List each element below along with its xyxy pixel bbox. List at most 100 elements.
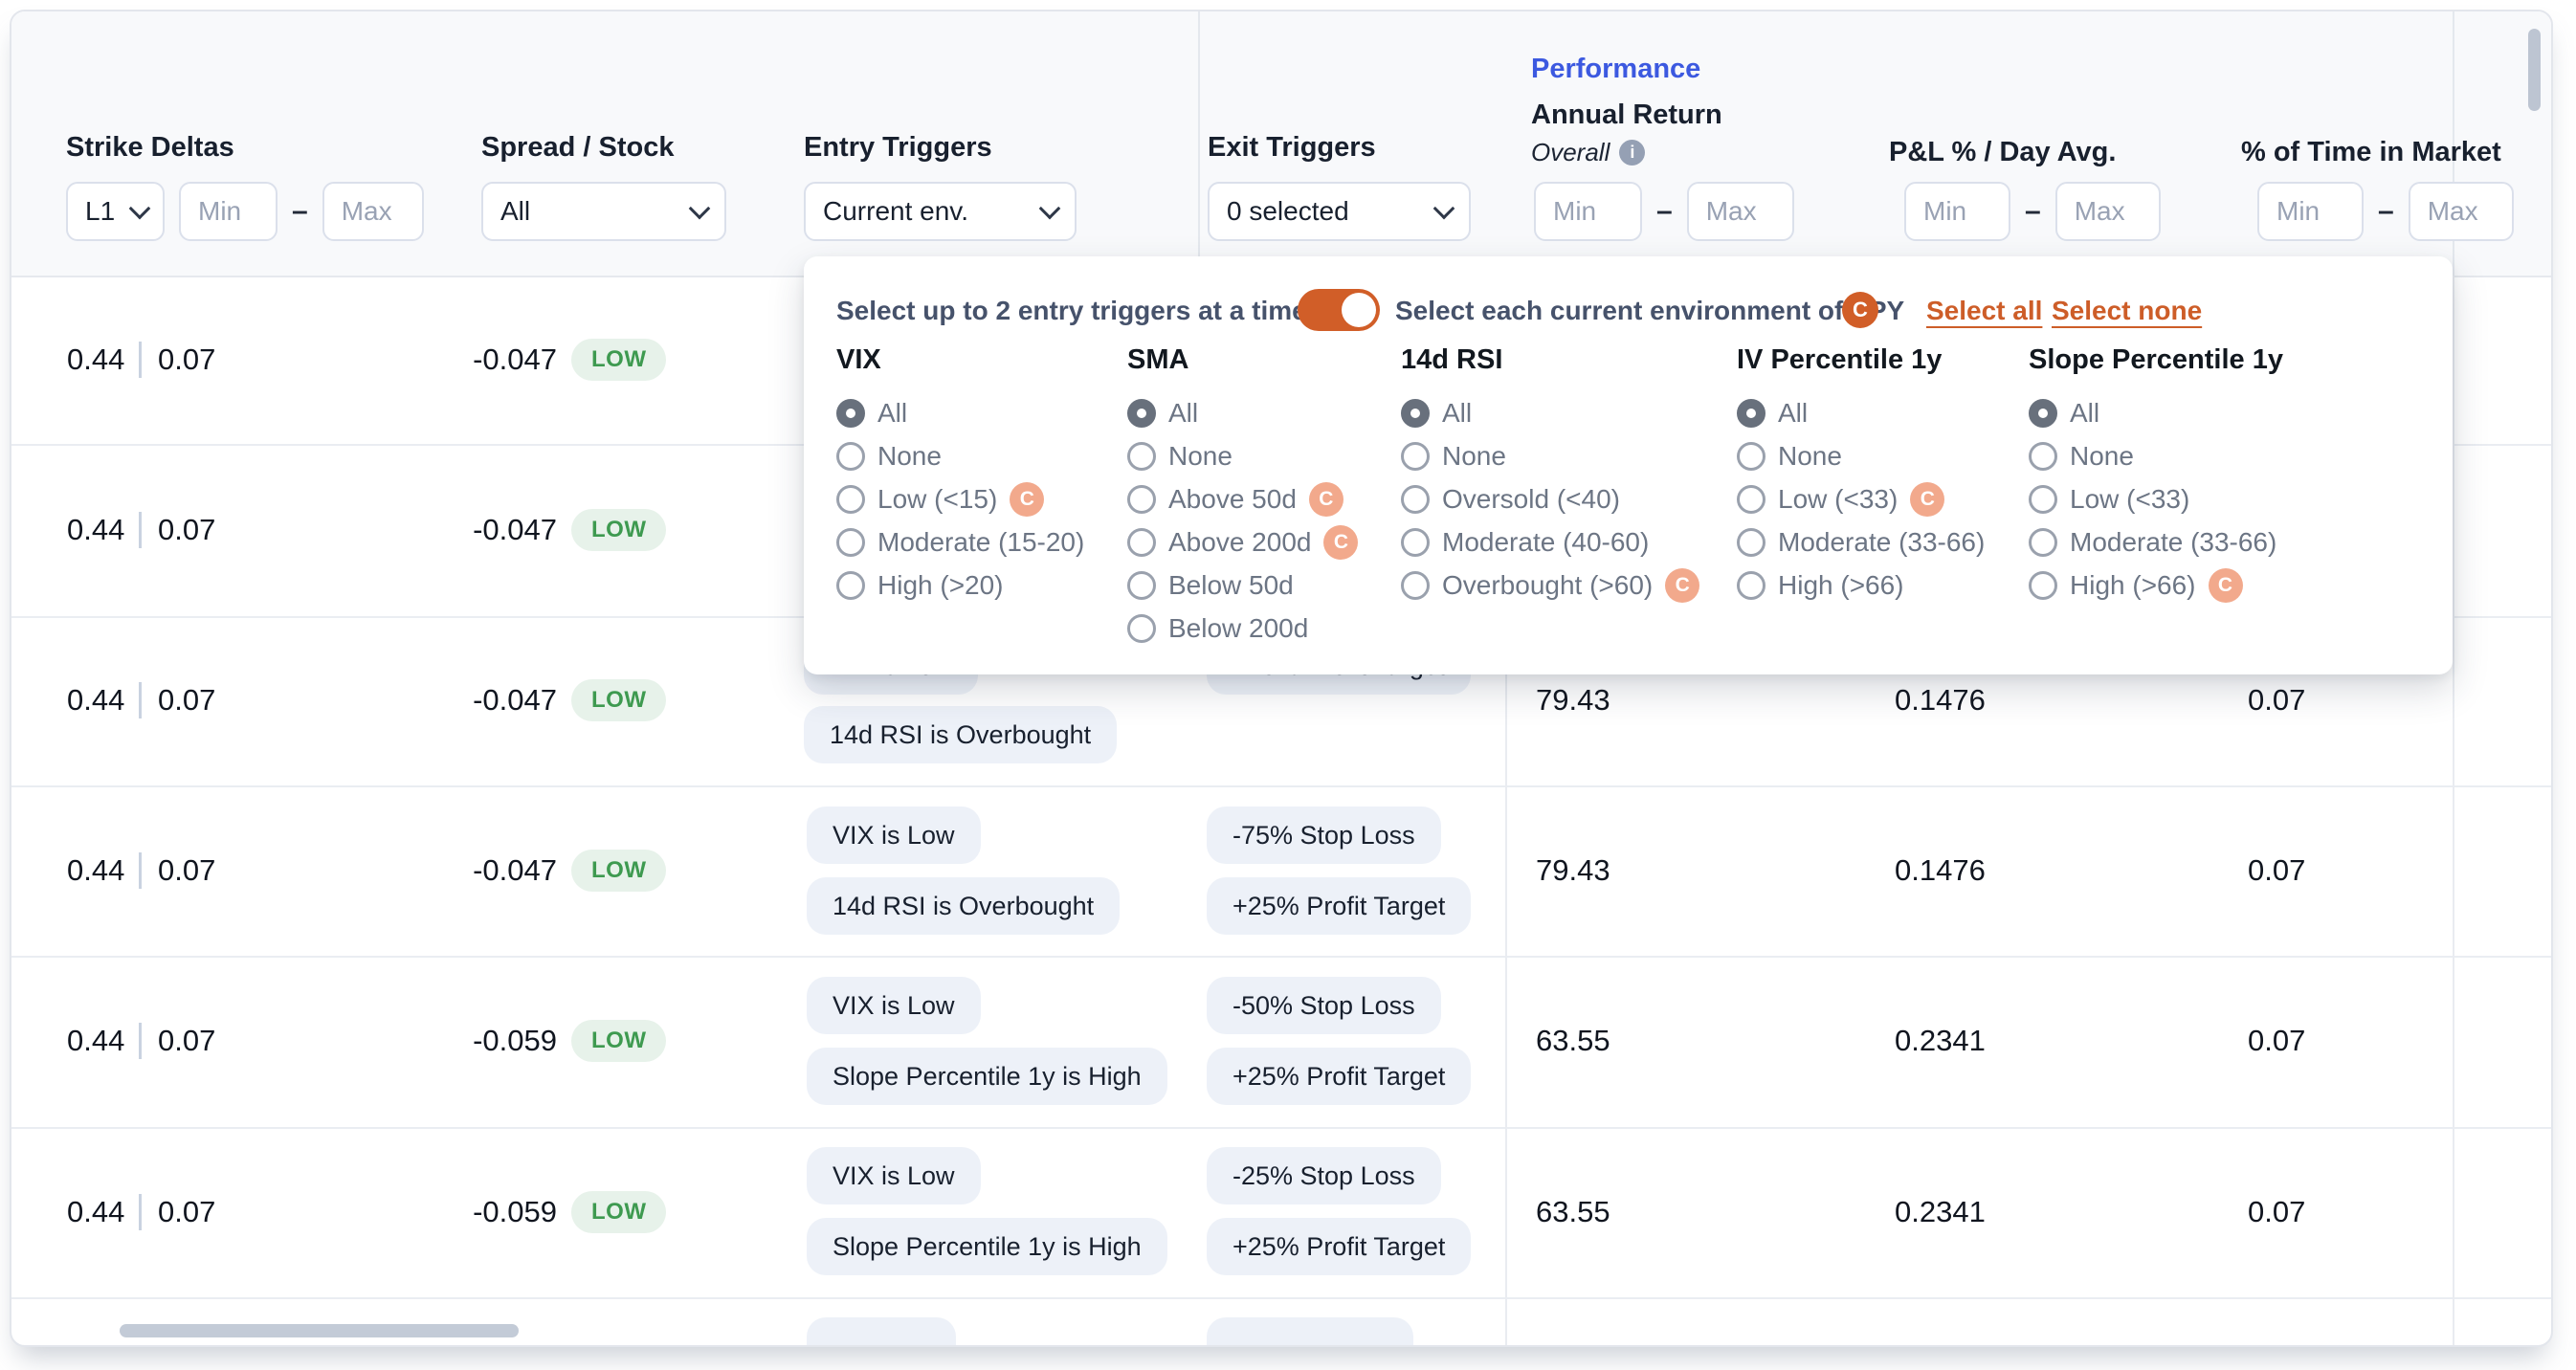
entry-triggers-value: Current env.: [823, 196, 968, 227]
row-divider: [11, 1127, 2551, 1129]
strike-min-input[interactable]: [179, 182, 278, 241]
environment-toggle[interactable]: [1298, 289, 1380, 331]
exit-trigger-chip: +25% Profit Target: [1207, 1048, 1471, 1105]
entry-trigger-chip: VIX is Low: [807, 977, 981, 1034]
option-label: None: [877, 441, 942, 472]
time-max-input[interactable]: [2409, 182, 2514, 241]
radio-icon[interactable]: [1401, 485, 1430, 514]
radio-option[interactable]: None: [1127, 434, 1358, 477]
radio-icon[interactable]: [836, 571, 865, 600]
exit-triggers-select[interactable]: 0 selected: [1208, 182, 1471, 241]
spread-value: -0.059: [423, 1024, 557, 1058]
info-icon[interactable]: i: [1619, 140, 1645, 166]
radio-option[interactable]: All: [1127, 391, 1358, 434]
radio-option[interactable]: Below 50d: [1127, 563, 1358, 607]
radio-icon[interactable]: [1401, 571, 1430, 600]
radio-icon[interactable]: [836, 528, 865, 557]
pnl-min-input[interactable]: [1904, 182, 2010, 241]
delta-long: 0.44: [67, 513, 122, 547]
radio-option[interactable]: None: [1401, 434, 1699, 477]
current-env-badge: C: [1323, 525, 1358, 560]
radio-icon[interactable]: [1401, 442, 1430, 471]
radio-icon[interactable]: [1737, 528, 1765, 557]
radio-option[interactable]: Oversold (<40): [1401, 477, 1699, 520]
radio-icon[interactable]: [1737, 442, 1765, 471]
time-in-market-value: 0.07: [2248, 683, 2305, 718]
radio-icon[interactable]: [836, 442, 865, 471]
strike-max-input[interactable]: [322, 182, 424, 241]
radio-option[interactable]: None: [1737, 434, 1985, 477]
radio-icon[interactable]: [2029, 442, 2057, 471]
radio-option[interactable]: Moderate (15-20): [836, 520, 1084, 563]
radio-option[interactable]: All: [1401, 391, 1699, 434]
radio-option[interactable]: Low (<15)C: [836, 477, 1084, 520]
annual-return-controls: –: [1534, 182, 1794, 241]
radio-icon[interactable]: [1127, 614, 1156, 643]
radio-option[interactable]: None: [836, 434, 1084, 477]
horizontal-scrollbar[interactable]: [120, 1324, 519, 1337]
select-all-link[interactable]: Select all: [1926, 296, 2042, 326]
chevron-down-icon: [1039, 197, 1061, 219]
radio-icon[interactable]: [1401, 399, 1430, 428]
toggle-knob: [1342, 293, 1376, 327]
option-label: None: [1168, 441, 1232, 472]
time-in-market-controls: –: [2257, 182, 2514, 241]
strike-level-select[interactable]: L1: [66, 182, 165, 241]
trigger-group-slope-percentile: Slope Percentile 1y All None Low (<33) M…: [2029, 344, 2283, 607]
vertical-scrollbar[interactable]: [2528, 29, 2541, 111]
time-in-market-value: 0.07: [2248, 1024, 2305, 1058]
radio-icon[interactable]: [1127, 485, 1156, 514]
radio-icon[interactable]: [1127, 571, 1156, 600]
radio-icon[interactable]: [2029, 571, 2057, 600]
radio-icon[interactable]: [2029, 528, 2057, 557]
radio-icon[interactable]: [1737, 485, 1765, 514]
radio-icon[interactable]: [1127, 399, 1156, 428]
radio-icon[interactable]: [836, 399, 865, 428]
option-label: High (>20): [877, 570, 1004, 601]
entry-triggers-select[interactable]: Current env.: [804, 182, 1077, 241]
radio-icon[interactable]: [2029, 485, 2057, 514]
radio-option[interactable]: Above 50dC: [1127, 477, 1358, 520]
radio-option[interactable]: High (>66)C: [2029, 563, 2283, 607]
radio-option[interactable]: Below 200d: [1127, 607, 1358, 650]
chevron-down-icon: [129, 197, 151, 219]
entry-trigger-chip: Slope Percentile 1y is High: [807, 1218, 1167, 1275]
radio-icon[interactable]: [1737, 571, 1765, 600]
annual-min-input[interactable]: [1534, 182, 1642, 241]
radio-option[interactable]: Moderate (33-66): [2029, 520, 2283, 563]
radio-option[interactable]: Overbought (>60)C: [1401, 563, 1699, 607]
radio-icon[interactable]: [1737, 399, 1765, 428]
annual-max-input[interactable]: [1687, 182, 1794, 241]
radio-option[interactable]: All: [2029, 391, 2283, 434]
spread-stock-select[interactable]: All: [481, 182, 726, 241]
radio-icon[interactable]: [1127, 528, 1156, 557]
select-none-link[interactable]: Select none: [2052, 296, 2202, 326]
radio-option[interactable]: Above 200dC: [1127, 520, 1358, 563]
radio-option[interactable]: Moderate (40-60): [1401, 520, 1699, 563]
option-label: Moderate (33-66): [2070, 527, 2276, 558]
range-separator: –: [2025, 195, 2041, 228]
radio-icon[interactable]: [1401, 528, 1430, 557]
radio-option[interactable]: High (>20): [836, 563, 1084, 607]
strike-deltas-controls: L1 –: [66, 182, 424, 241]
radio-option[interactable]: Low (<33): [2029, 477, 2283, 520]
spread-stock-controls: All: [481, 182, 726, 241]
radio-option[interactable]: Low (<33)C: [1737, 477, 1985, 520]
performance-section-title: Performance: [1531, 54, 1700, 85]
time-min-input[interactable]: [2257, 182, 2364, 241]
radio-option[interactable]: Moderate (33-66): [1737, 520, 1985, 563]
table-row-deltas: 0.44 0.07: [67, 512, 215, 548]
radio-icon[interactable]: [2029, 399, 2057, 428]
radio-option[interactable]: All: [836, 391, 1084, 434]
exit-triggers-label: Exit Triggers: [1208, 132, 1376, 164]
spread-value: -0.047: [423, 513, 557, 547]
radio-icon[interactable]: [1127, 442, 1156, 471]
radio-option[interactable]: All: [1737, 391, 1985, 434]
delta-short: 0.07: [158, 513, 215, 547]
radio-option[interactable]: High (>66): [1737, 563, 1985, 607]
risk-badge: LOW: [571, 679, 666, 721]
radio-icon[interactable]: [836, 485, 865, 514]
radio-option[interactable]: None: [2029, 434, 2283, 477]
pnl-max-input[interactable]: [2055, 182, 2161, 241]
delta-long: 0.44: [67, 342, 122, 377]
